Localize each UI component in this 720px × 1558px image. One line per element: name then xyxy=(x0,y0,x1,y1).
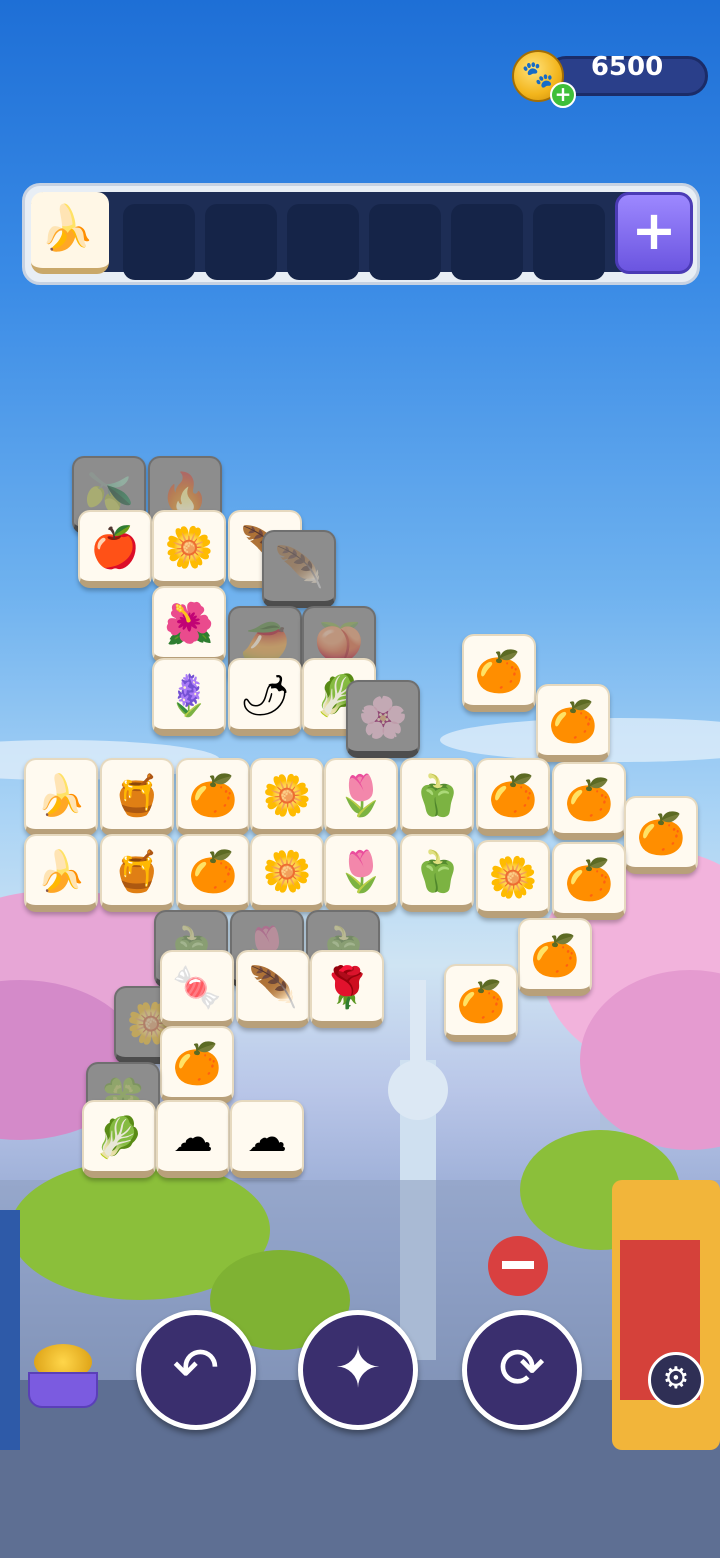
game-tile[interactable]: 🫑 xyxy=(400,834,474,912)
tile-icon: 🌼 xyxy=(488,855,538,901)
tile-icon: 🌼 xyxy=(164,525,214,571)
coin-counter[interactable]: 6500 🐾 + xyxy=(512,50,708,108)
game-tile[interactable]: 🪻 xyxy=(152,658,226,736)
add-coins-icon[interactable]: + xyxy=(550,82,576,108)
tray-slot-empty xyxy=(205,204,277,280)
game-tile[interactable]: 🍯 xyxy=(100,834,174,912)
game-tile[interactable]: 🍊 xyxy=(536,684,610,762)
tray-slots: 🍌 xyxy=(31,192,691,280)
coin-pot-button[interactable] xyxy=(24,1336,102,1416)
game-tile[interactable]: 🌼 xyxy=(250,758,324,836)
tile-icon: 🍊 xyxy=(474,649,524,695)
game-tile[interactable]: 🍊 xyxy=(476,758,550,836)
game-tile[interactable]: ☁ xyxy=(156,1100,230,1178)
game-tile[interactable]: 🌹 xyxy=(310,950,384,1028)
game-tile[interactable]: 🌶 xyxy=(228,658,302,736)
settings-button[interactable]: ⚙ xyxy=(648,1352,704,1408)
tile-icon: 🌶 xyxy=(239,673,291,719)
shuffle-button[interactable]: ⟳ xyxy=(462,1310,582,1430)
game-tile[interactable]: 🍎 xyxy=(78,510,152,588)
tray-slot-empty xyxy=(451,204,523,280)
tile-icon: 🫑 xyxy=(412,849,462,895)
tray-tile-icon: 🍌 xyxy=(39,203,95,254)
game-tile[interactable]: 🍌 xyxy=(24,758,98,836)
game-tile[interactable]: 🥬 xyxy=(82,1100,156,1178)
game-tile[interactable]: 🍯 xyxy=(100,758,174,836)
tile-icon: 🍯 xyxy=(112,849,162,895)
tile-icon: 🍎 xyxy=(90,525,140,571)
tile-icon: 🍊 xyxy=(548,699,598,745)
tray-slot-empty xyxy=(533,204,605,280)
tile-icon: 🌷 xyxy=(336,773,386,819)
tile-icon: 🥬 xyxy=(94,1115,144,1161)
game-tile[interactable]: 🍊 xyxy=(518,918,592,996)
game-tile[interactable]: 🍊 xyxy=(160,1026,234,1104)
game-tile[interactable]: 🍊 xyxy=(176,834,250,912)
tile-icon: 🍊 xyxy=(530,933,580,979)
tile-icon: 🍊 xyxy=(564,777,614,823)
coin-pot-icon xyxy=(28,1372,98,1408)
coin-balance-value: 6500 xyxy=(590,52,664,82)
game-tile[interactable]: 🌼 xyxy=(476,840,550,918)
undo-button[interactable]: ↶ xyxy=(136,1310,256,1430)
game-tile[interactable]: 🍊 xyxy=(444,964,518,1042)
tray-slot-filled: 🍌 xyxy=(31,192,109,274)
game-tile[interactable]: 🪶 xyxy=(236,950,310,1028)
tile-icon: 🍊 xyxy=(172,1041,222,1087)
tile-icon: 🪶 xyxy=(274,545,324,591)
tray-slot-empty xyxy=(123,204,195,280)
tile-icon: 🍊 xyxy=(636,811,686,857)
tile-icon: 🌸 xyxy=(358,695,408,741)
game-tile[interactable]: 🌼 xyxy=(152,510,226,588)
game-tile[interactable]: 🍊 xyxy=(624,796,698,874)
game-tile[interactable]: 🍊 xyxy=(462,634,536,712)
tile-icon: 🍊 xyxy=(456,979,506,1025)
tile-icon: ☁ xyxy=(247,1115,287,1161)
tray-slot-empty xyxy=(369,204,441,280)
tile-icon: ☁ xyxy=(173,1115,213,1161)
tile-icon: 🍌 xyxy=(36,773,86,819)
undo-arrow-icon: ↶ xyxy=(172,1336,220,1401)
game-tile[interactable]: 🍊 xyxy=(552,762,626,840)
tile-icon: 🪻 xyxy=(164,673,214,719)
tile-icon: 🌷 xyxy=(336,849,386,895)
tile-icon: 🍬 xyxy=(172,965,222,1011)
tile-icon: 🍯 xyxy=(112,773,162,819)
game-tile: 🌸 xyxy=(346,680,420,758)
magic-wand-icon: ✦ xyxy=(334,1336,382,1401)
shuffle-icon: ⟳ xyxy=(498,1336,546,1401)
game-tile: 🪶 xyxy=(262,530,336,608)
gear-icon: ⚙ xyxy=(662,1361,690,1396)
game-tile[interactable]: 🌺 xyxy=(152,586,226,664)
tile-icon: 🫑 xyxy=(412,773,462,819)
tile-icon: 🍊 xyxy=(564,857,614,903)
magic-wand-button[interactable]: ✦ xyxy=(298,1310,418,1430)
tile-icon: 🍊 xyxy=(188,849,238,895)
game-tile[interactable]: 🌷 xyxy=(324,834,398,912)
game-tile[interactable]: 🍊 xyxy=(552,842,626,920)
add-slot-button[interactable]: + xyxy=(615,192,693,274)
game-tile[interactable]: 🍌 xyxy=(24,834,98,912)
game-tile[interactable]: 🌼 xyxy=(250,834,324,912)
game-tile[interactable]: 🍬 xyxy=(160,950,234,1028)
tile-icon: 🌺 xyxy=(164,601,214,647)
game-tile[interactable]: ☁ xyxy=(230,1100,304,1178)
tile-tray: 🍌 + xyxy=(22,183,700,285)
game-tile[interactable]: 🍊 xyxy=(176,758,250,836)
tile-icon: 🍊 xyxy=(188,773,238,819)
tile-icon: 🌼 xyxy=(262,773,312,819)
tile-icon: 🪶 xyxy=(248,965,298,1011)
game-tile[interactable]: 🫑 xyxy=(400,758,474,836)
game-tile[interactable]: 🌷 xyxy=(324,758,398,836)
tile-icon: 🌹 xyxy=(322,965,372,1011)
tray-slot-empty xyxy=(287,204,359,280)
tile-icon: 🍊 xyxy=(488,773,538,819)
tile-icon: 🌼 xyxy=(262,849,312,895)
tile-icon: 🍌 xyxy=(36,849,86,895)
